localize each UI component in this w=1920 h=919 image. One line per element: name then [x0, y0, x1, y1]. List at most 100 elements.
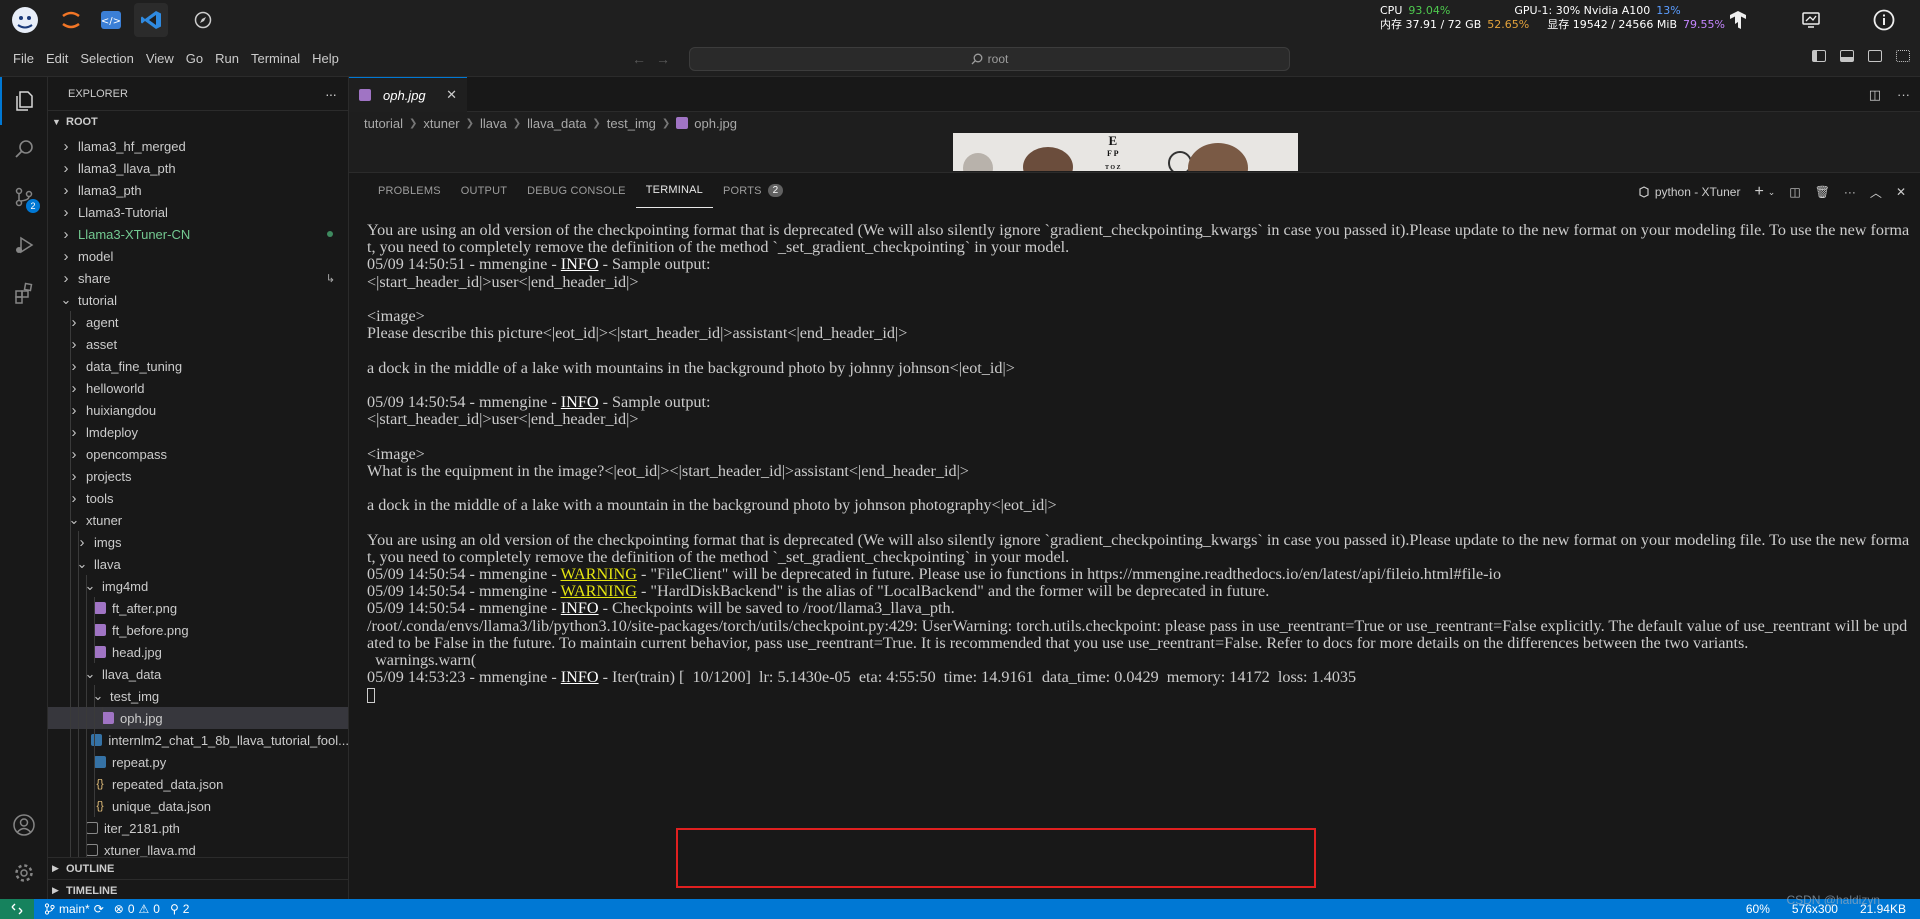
menu-view[interactable]: View [140, 51, 180, 66]
tree-folder[interactable]: ⌄ xtuner [48, 509, 348, 531]
tree-folder[interactable]: › llama3_hf_merged [48, 135, 348, 157]
tree-folder[interactable]: › data_fine_tuning [48, 355, 348, 377]
menu-file[interactable]: File [7, 51, 40, 66]
tree-folder[interactable]: ⌄ llava [48, 553, 348, 575]
tab-output[interactable]: OUTPUT [451, 173, 517, 208]
outline-section[interactable]: ▶ OUTLINE [48, 857, 348, 879]
breadcrumb-item[interactable]: tutorial [364, 116, 403, 131]
chevron-down-icon[interactable]: ⌄ [1768, 187, 1776, 198]
zoom-level[interactable]: 60% [1746, 902, 1770, 916]
menu-go[interactable]: Go [180, 51, 209, 66]
vscode-icon[interactable] [134, 3, 168, 37]
timeline-section[interactable]: ▶ TIMELINE [48, 879, 348, 899]
app-logo-icon[interactable] [8, 3, 42, 37]
close-icon[interactable]: ✕ [446, 87, 457, 103]
breadcrumb-item[interactable]: oph.jpg [694, 116, 737, 131]
tab-debug-console[interactable]: DEBUG CONSOLE [517, 173, 636, 208]
tab-oph-jpg[interactable]: oph.jpg ✕ [349, 77, 467, 112]
tree-folder[interactable]: › Llama3-Tutorial [48, 201, 348, 223]
tree-folder[interactable]: › opencompass [48, 443, 348, 465]
more-actions-icon[interactable]: ··· [1844, 185, 1856, 199]
extensions-icon[interactable] [0, 269, 48, 317]
tree-file[interactable]: oph.jpg [48, 707, 348, 729]
maximize-panel-icon[interactable]: ︿ [1870, 184, 1882, 201]
problems-indicator[interactable]: ⊗ 0 ⚠ 0 [114, 902, 160, 916]
menu-selection[interactable]: Selection [74, 51, 139, 66]
terminal-text: <image> [367, 444, 425, 463]
toggle-primary-sidebar-icon[interactable] [1812, 50, 1826, 62]
more-actions-icon[interactable]: ··· [1897, 87, 1910, 103]
tree-file[interactable]: internlm2_chat_1_8b_llava_tutorial_fool.… [48, 729, 348, 751]
trash-icon[interactable]: 🗑 [1815, 185, 1830, 199]
tree-folder[interactable]: › share ↳ [48, 267, 348, 289]
back-arrow-icon[interactable]: ← [632, 51, 656, 67]
terminal-scrollbar[interactable] [1912, 222, 1916, 892]
tree-folder[interactable]: › tools [48, 487, 348, 509]
toggle-secondary-sidebar-icon[interactable] [1868, 50, 1882, 62]
split-editor-icon[interactable]: ◫ [1869, 87, 1881, 103]
tree-file[interactable]: iter_2181.pth [48, 817, 348, 839]
sync-icon[interactable]: ⟳ [94, 902, 104, 916]
tree-folder[interactable]: › lmdeploy [48, 421, 348, 443]
search-view-icon[interactable] [0, 125, 48, 173]
tree-folder[interactable]: ⌄ tutorial [48, 289, 348, 311]
command-center-search[interactable]: root [689, 47, 1290, 71]
remote-indicator[interactable] [0, 899, 34, 919]
tree-file[interactable]: ft_before.png [48, 619, 348, 641]
explorer-icon[interactable] [0, 77, 48, 125]
tree-folder[interactable]: › helloworld [48, 377, 348, 399]
tree-file[interactable]: {} repeated_data.json [48, 773, 348, 795]
tensorflow-icon[interactable] [1722, 4, 1754, 36]
info-icon[interactable] [1868, 4, 1900, 36]
new-terminal-icon[interactable]: + [1754, 183, 1763, 201]
tree-folder[interactable]: ⌄ llava_data [48, 663, 348, 685]
compass-icon[interactable] [186, 3, 220, 37]
tree-folder[interactable]: › projects [48, 465, 348, 487]
remote-desktop-icon[interactable] [1795, 4, 1827, 36]
tree-folder[interactable]: › imgs [48, 531, 348, 553]
run-debug-icon[interactable] [0, 221, 48, 269]
split-terminal-icon[interactable]: ◫ [1789, 185, 1800, 199]
tree-file[interactable]: ft_after.png [48, 597, 348, 619]
close-panel-icon[interactable]: ✕ [1896, 185, 1906, 199]
tree-folder[interactable]: › huixiangdou [48, 399, 348, 421]
tree-folder[interactable]: › asset [48, 333, 348, 355]
tab-ports[interactable]: PORTS 2 [713, 173, 793, 208]
menu-edit[interactable]: Edit [40, 51, 74, 66]
nav-arrows[interactable]: ←→ [632, 51, 680, 67]
tree-folder[interactable]: › llama3_pth [48, 179, 348, 201]
tree-file[interactable]: repeat.py [48, 751, 348, 773]
forward-arrow-icon[interactable]: → [656, 51, 680, 67]
breadcrumb-item[interactable]: xtuner [423, 116, 459, 131]
git-branch[interactable]: main* ⟳ [44, 902, 104, 916]
settings-gear-icon[interactable] [0, 849, 48, 897]
breadcrumb-item[interactable]: llava [480, 116, 507, 131]
customize-layout-icon[interactable] [1896, 50, 1910, 62]
tree-folder[interactable]: › model [48, 245, 348, 267]
menu-help[interactable]: Help [306, 51, 345, 66]
toggle-panel-icon[interactable] [1840, 50, 1854, 62]
source-control-icon[interactable]: 2 [0, 173, 48, 221]
tree-folder[interactable]: ⌄ img4md [48, 575, 348, 597]
menu-run[interactable]: Run [209, 51, 245, 66]
tree-folder[interactable]: › agent [48, 311, 348, 333]
code-editor-icon[interactable]: </> [94, 3, 128, 37]
menu-terminal[interactable]: Terminal [245, 51, 306, 66]
jupyter-icon[interactable] [54, 3, 88, 37]
account-icon[interactable] [0, 801, 48, 849]
tree-folder[interactable]: ⌄ test_img [48, 685, 348, 707]
breadcrumb-item[interactable]: test_img [607, 116, 656, 131]
tab-problems[interactable]: PROBLEMS [368, 173, 451, 208]
tree-file[interactable]: head.jpg [48, 641, 348, 663]
terminal-shell-selector[interactable]: python - XTuner [1638, 185, 1740, 199]
tree-file[interactable]: {} unique_data.json [48, 795, 348, 817]
ports-indicator[interactable]: ⚲ 2 [170, 902, 189, 916]
explorer-more-actions[interactable]: ··· [325, 86, 337, 102]
root-folder-header[interactable]: ▼ ROOT [48, 110, 348, 132]
terminal-line: 05/09 14:53:23 - mmengine - INFO - Iter(… [367, 669, 1912, 686]
breadcrumb-item[interactable]: llava_data [527, 116, 586, 131]
tree-folder[interactable]: › llama3_llava_pth [48, 157, 348, 179]
tab-terminal[interactable]: TERMINAL [635, 173, 713, 208]
terminal-output[interactable]: You are using an old version of the chec… [367, 221, 1912, 704]
tree-folder[interactable]: › Llama3-XTuner-CN [48, 223, 348, 245]
